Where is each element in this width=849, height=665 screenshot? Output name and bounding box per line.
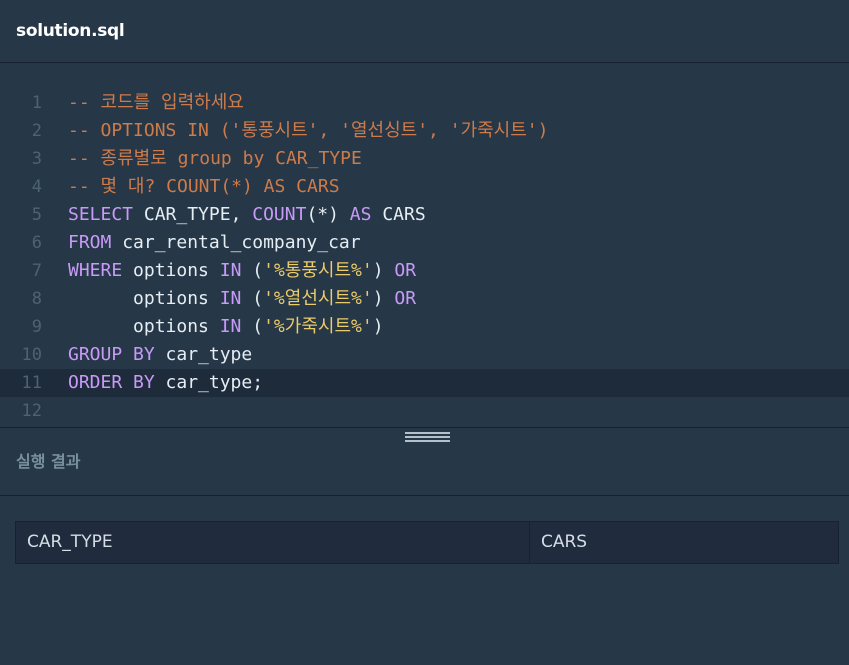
line-number: 2 <box>31 121 42 141</box>
code-token: -- 몇 대? COUNT(*) AS CARS <box>68 176 340 197</box>
code-token: GROUP BY <box>68 344 155 365</box>
code-text[interactable]: -- 몇 대? COUNT(*) AS CARS <box>68 173 340 201</box>
line-number: 5 <box>31 205 42 225</box>
code-text[interactable]: GROUP BY car_type <box>68 341 252 369</box>
line-number: 10 <box>21 345 42 365</box>
code-token: car_type <box>154 344 253 365</box>
code-text[interactable]: options IN ('%가죽시트%') <box>68 313 384 341</box>
code-token: ( <box>241 260 264 281</box>
code-text[interactable]: -- OPTIONS IN ('통풍시트', '열선싱트', '가죽시트') <box>68 117 548 145</box>
code-text[interactable]: ORDER BY car_type; <box>68 369 263 397</box>
code-editor[interactable]: 1 -- 코드를 입력하세요 2 -- OPTIONS IN ('통풍시트', '열선… <box>0 64 849 427</box>
code-token: car_rental_company_car <box>111 232 361 253</box>
code-token: FROM <box>68 232 112 253</box>
code-token: options <box>122 260 220 281</box>
code-token: -- OPTIONS IN ('통풍시트', '열선싱트', '가죽시트') <box>68 120 549 141</box>
column-header-cars: CARS <box>541 532 588 552</box>
results-divider <box>0 495 849 496</box>
code-text[interactable]: FROM car_rental_company_car <box>68 229 361 257</box>
line-number: 8 <box>31 289 42 309</box>
code-line[interactable]: 5 SELECT CAR_TYPE, COUNT(*) AS CARS <box>0 201 849 229</box>
file-name: solution.sql <box>16 21 125 41</box>
code-token: AS <box>349 204 372 225</box>
code-token: IN <box>219 260 242 281</box>
code-token: -- 종류별로 group by CAR_TYPE <box>68 148 362 169</box>
code-token: ( <box>241 316 264 337</box>
line-number: 7 <box>31 261 42 281</box>
code-token: COUNT <box>252 204 307 225</box>
line-number: 6 <box>31 233 42 253</box>
code-token: ( <box>241 288 264 309</box>
code-token: OR <box>394 288 417 309</box>
panel-divider <box>0 427 849 428</box>
code-token: CARS <box>371 204 426 225</box>
code-token: WHERE <box>68 260 123 281</box>
code-line[interactable]: 7 WHERE options IN ('%통풍시트%') OR <box>0 257 849 285</box>
column-header-car-type: CAR_TYPE <box>16 522 530 563</box>
code-text[interactable]: -- 코드를 입력하세요 <box>68 89 244 117</box>
code-token: '%가죽시트%' <box>263 316 373 337</box>
code-token: '%통풍시트%' <box>263 260 373 281</box>
code-text[interactable]: SELECT CAR_TYPE, COUNT(*) AS CARS <box>68 201 426 229</box>
code-text[interactable]: -- 종류별로 group by CAR_TYPE <box>68 145 362 173</box>
code-line[interactable]: 6 FROM car_rental_company_car <box>0 229 849 257</box>
results-title: 실행 결과 <box>16 452 81 471</box>
resize-handle-icon[interactable] <box>405 432 450 445</box>
line-number: 3 <box>31 149 42 169</box>
code-token: options <box>68 316 220 337</box>
code-line[interactable]: 12 <box>0 397 849 425</box>
code-line[interactable]: 11 ORDER BY car_type; <box>0 369 849 397</box>
code-line[interactable]: 10 GROUP BY car_type <box>0 341 849 369</box>
code-line[interactable]: 8 options IN ('%열선시트%') OR <box>0 285 849 313</box>
code-text[interactable]: WHERE options IN ('%통풍시트%') OR <box>68 257 416 285</box>
code-line[interactable]: 4 -- 몇 대? COUNT(*) AS CARS <box>0 173 849 201</box>
editor-header: solution.sql <box>0 0 849 63</box>
code-line[interactable]: 3 -- 종류별로 group by CAR_TYPE <box>0 145 849 173</box>
code-line[interactable]: 1 -- 코드를 입력하세요 <box>0 89 849 117</box>
code-line[interactable]: 9 options IN ('%가죽시트%') <box>0 313 849 341</box>
code-token: ) <box>372 260 395 281</box>
line-number: 12 <box>21 401 42 421</box>
code-token: options <box>68 288 220 309</box>
code-line[interactable]: 2 -- OPTIONS IN ('통풍시트', '열선싱트', '가죽시트') <box>0 117 849 145</box>
results-table: CAR_TYPE CARS <box>15 521 839 564</box>
line-number: 11 <box>21 373 42 393</box>
line-number: 4 <box>31 177 42 197</box>
line-number: 1 <box>31 93 42 113</box>
code-token: '%열선시트%' <box>263 288 373 309</box>
code-token: ) <box>372 316 384 337</box>
code-token: SELECT <box>68 204 134 225</box>
code-token: ORDER BY <box>68 372 155 393</box>
code-token: IN <box>219 288 242 309</box>
code-text[interactable]: options IN ('%열선시트%') OR <box>68 285 416 313</box>
code-token: OR <box>394 260 417 281</box>
code-token: car_type; <box>154 372 264 393</box>
code-token: ) <box>372 288 395 309</box>
line-number: 9 <box>31 317 42 337</box>
code-token: CAR_TYPE, <box>133 204 253 225</box>
code-token: (*) <box>306 204 350 225</box>
code-token: IN <box>219 316 242 337</box>
code-token: -- 코드를 입력하세요 <box>68 92 244 113</box>
